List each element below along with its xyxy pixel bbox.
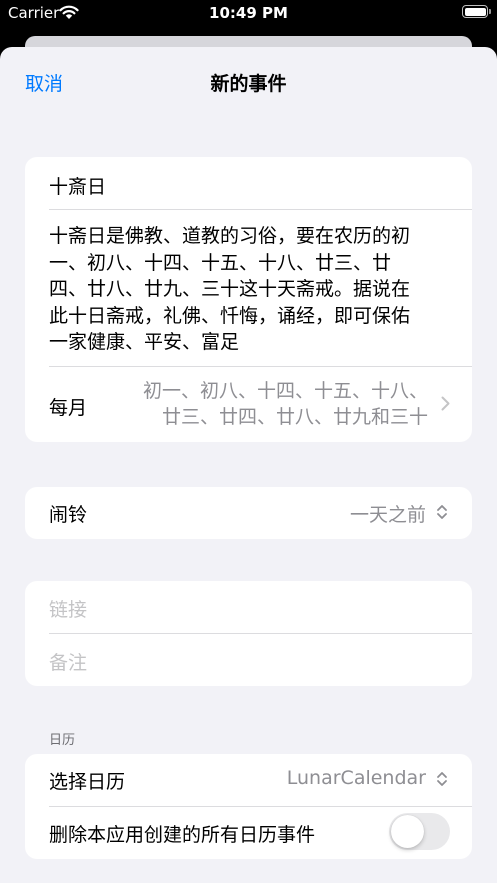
chevron-right-icon [441,396,450,415]
calendar-card: 选择日历 LunarCalendar 删除本应用创建的所有日历事件 [25,754,472,859]
repeat-label: 每月 [49,397,88,419]
delete-events-toggle[interactable] [389,813,450,850]
alarm-value: 一天之前 [349,504,426,526]
chevron-up-down-icon [436,770,448,792]
delete-events-label: 删除本应用创建的所有日历事件 [49,824,316,846]
alarm-row[interactable]: 闹铃 一天之前 [25,487,472,539]
repeat-value-line: 初一、初八、十四、十五、十八、 [142,380,428,402]
select-calendar-label: 选择日历 [49,771,126,793]
selected-calendar-value: LunarCalendar [286,767,426,789]
description-line: 十斋日是佛教、道教的习俗，要在农历的初 [49,225,411,247]
notes-input[interactable]: 备注 [49,648,87,675]
repeat-value-line: 廿三、廿四、廿八、廿九和三十 [161,406,428,428]
extra-info-card: 链接 备注 [25,581,472,686]
clock: 10:49 PM [209,4,288,22]
toggle-knob [391,815,424,848]
event-title-field[interactable]: 十斎日 [49,172,106,199]
status-bar: Carrier 10:49 PM [0,0,497,30]
calendar-section-header: 日历 [49,733,76,748]
divider [49,806,472,807]
alarm-label: 闹铃 [49,504,88,526]
battery-icon [462,5,491,18]
repeat-value: 初一、初八、十四、十五、十八、 廿三、廿四、廿八、廿九和三十 [98,378,428,430]
divider [49,633,472,634]
chevron-up-down-icon [436,503,448,525]
description-line: 四、廿八、廿九、三十这十天斋戒。据说在 [49,278,411,300]
link-input[interactable]: 链接 [49,595,87,622]
description-line: 此十日斋戒，礼佛、忏悔，诵经，即可保佑 [49,304,411,327]
select-calendar-row[interactable]: 选择日历 LunarCalendar [25,754,472,806]
event-description-field[interactable]: 十斋日是佛教、道教的习俗，要在农历的初 一、初八、十四、十五、十八、廿三、廿 四… [49,223,459,356]
new-event-sheet: 取消 新的事件 十斎日 十斋日是佛教、道教的习俗，要在农历的初 一、初八、十四、… [0,47,497,883]
divider [49,209,472,210]
description-line: 一家健康、平安、富足 [49,331,240,353]
event-details-card: 十斎日 十斋日是佛教、道教的习俗，要在农历的初 一、初八、十四、十五、十八、廿三… [25,157,472,442]
page-title: 新的事件 [210,73,287,95]
description-line: 一、初八、十四、十五、十八、廿三、廿 [49,251,392,274]
